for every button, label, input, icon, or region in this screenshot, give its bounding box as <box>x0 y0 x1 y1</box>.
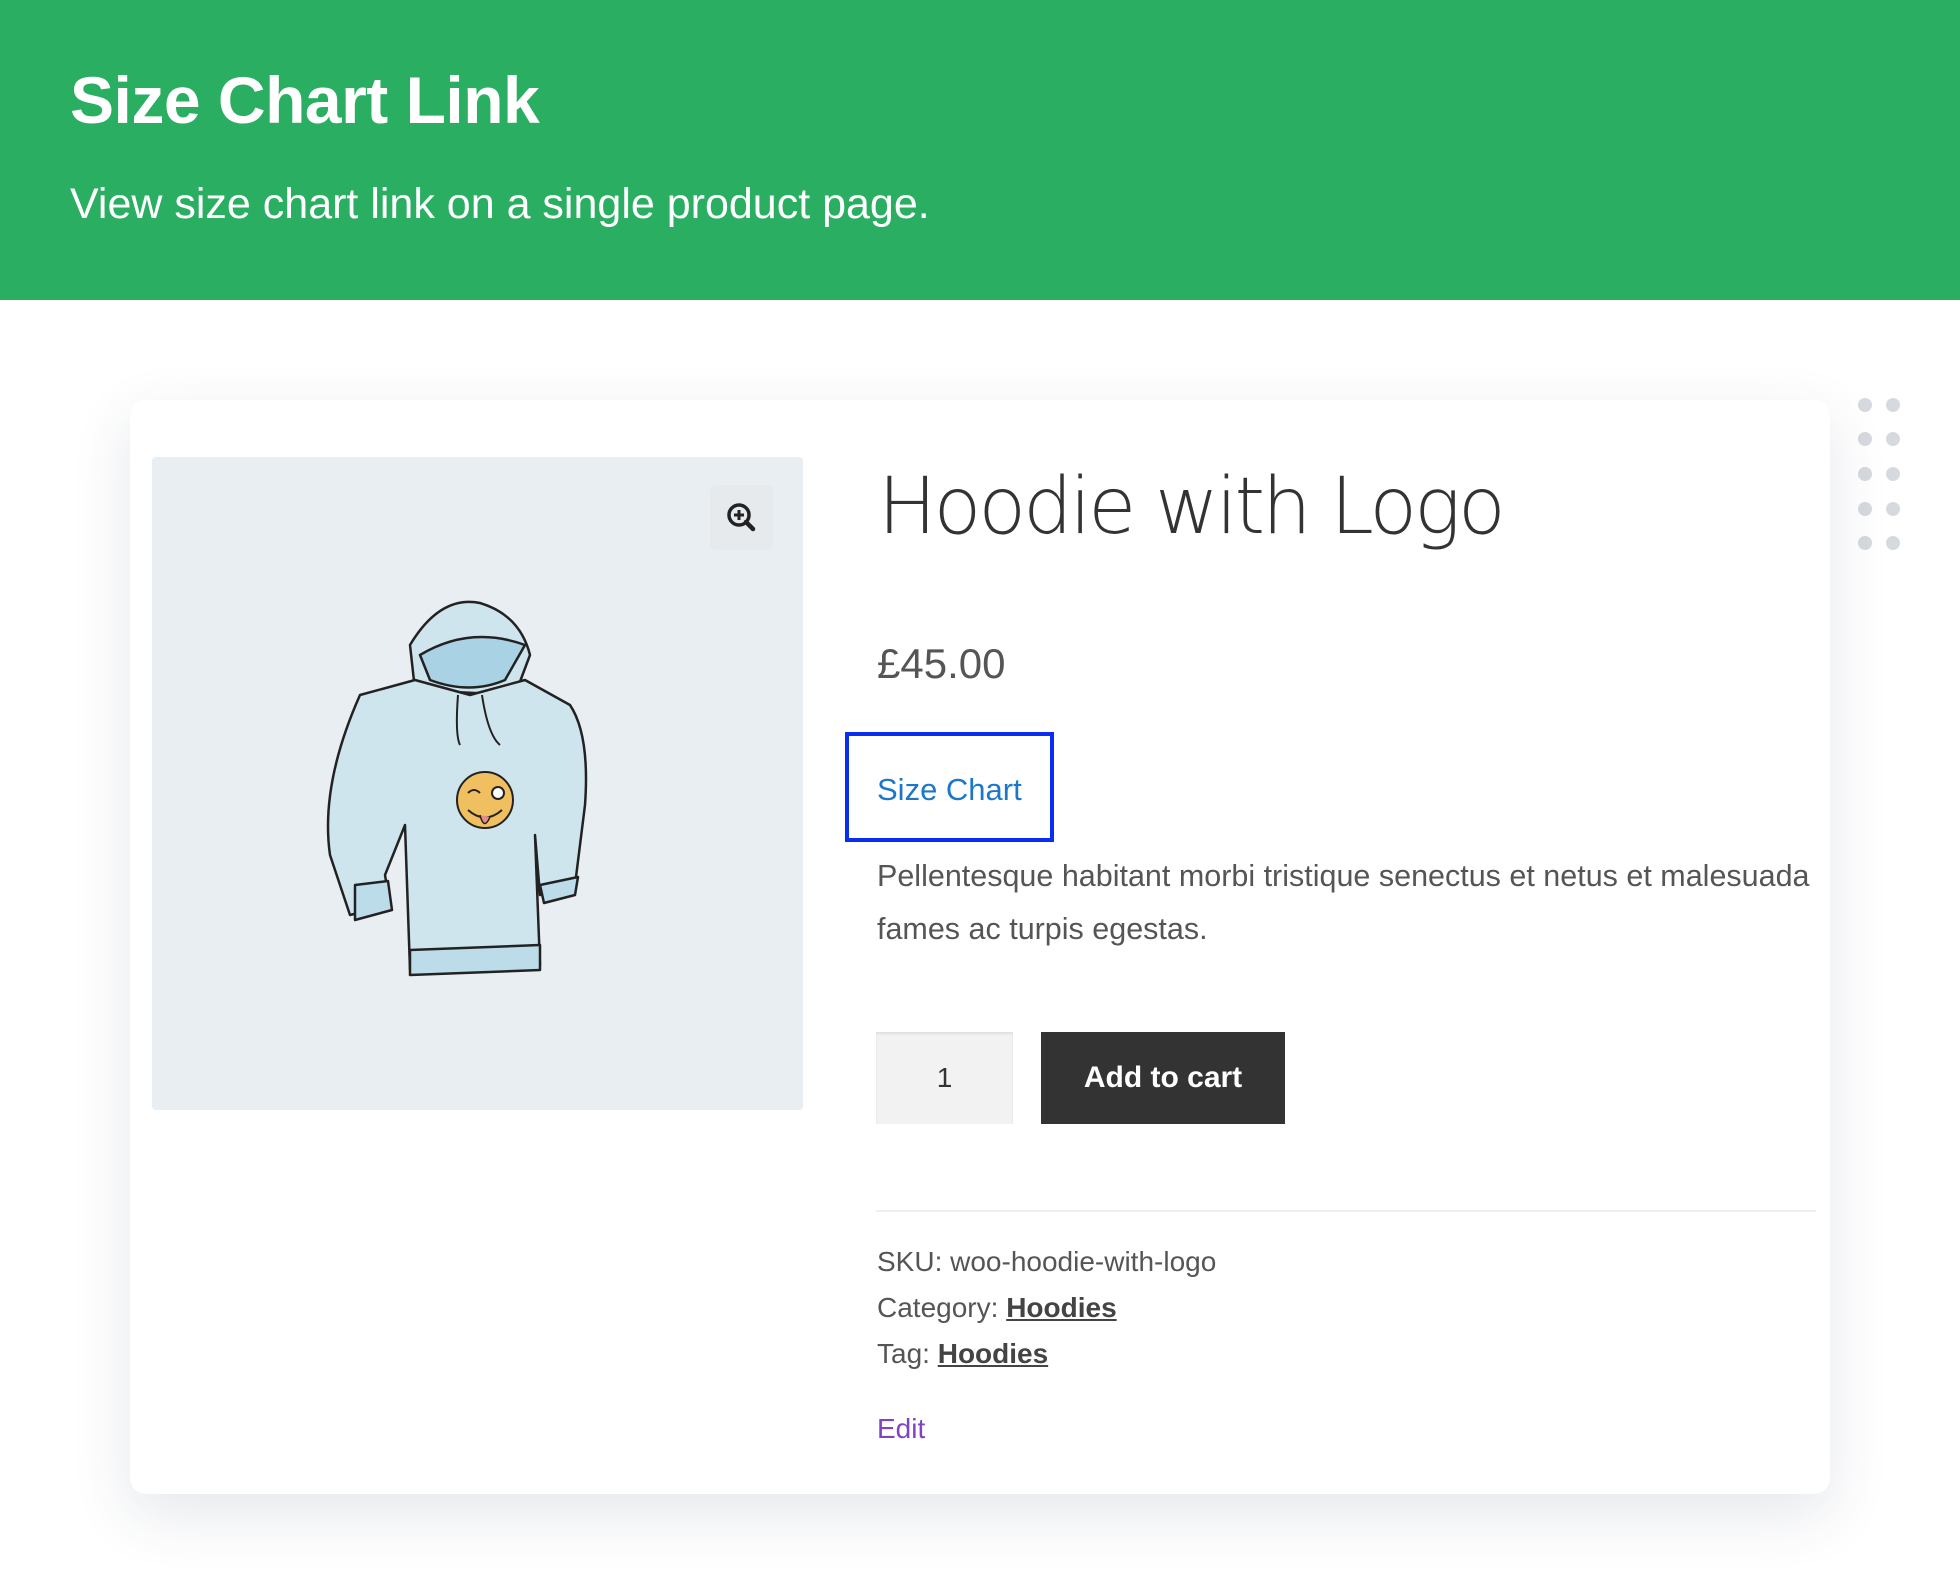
divider <box>876 1210 1816 1212</box>
add-to-cart-button[interactable]: Add to cart <box>1041 1032 1285 1124</box>
category-row: Category: Hoodies <box>877 1292 1117 1324</box>
header-banner: Size Chart Link View size chart link on … <box>0 0 1960 300</box>
product-title: Hoodie with Logo <box>878 462 1506 552</box>
size-chart-link[interactable]: Size Chart <box>877 772 1022 808</box>
tag-link[interactable]: Hoodies <box>938 1338 1048 1369</box>
tag-row: Tag: Hoodies <box>877 1338 1048 1370</box>
sku-label: SKU: <box>877 1246 943 1277</box>
product-description: Pellentesque habitant morbi tristique se… <box>877 859 1810 946</box>
hoodie-illustration <box>326 600 588 977</box>
header-title: Size Chart Link <box>70 63 540 137</box>
quantity-input[interactable] <box>876 1032 1013 1124</box>
edit-link[interactable]: Edit <box>877 1413 925 1445</box>
zoom-button[interactable] <box>710 485 773 550</box>
tag-label: Tag: <box>877 1338 930 1369</box>
product-price: £45.00 <box>877 640 1006 687</box>
category-link[interactable]: Hoodies <box>1006 1292 1116 1323</box>
category-label: Category: <box>877 1292 999 1323</box>
sku-row: SKU: woo-hoodie-with-logo <box>877 1246 1216 1278</box>
sku-value: woo-hoodie-with-logo <box>950 1246 1217 1277</box>
header-subtitle: View size chart link on a single product… <box>70 180 930 228</box>
zoom-in-icon <box>727 503 756 532</box>
